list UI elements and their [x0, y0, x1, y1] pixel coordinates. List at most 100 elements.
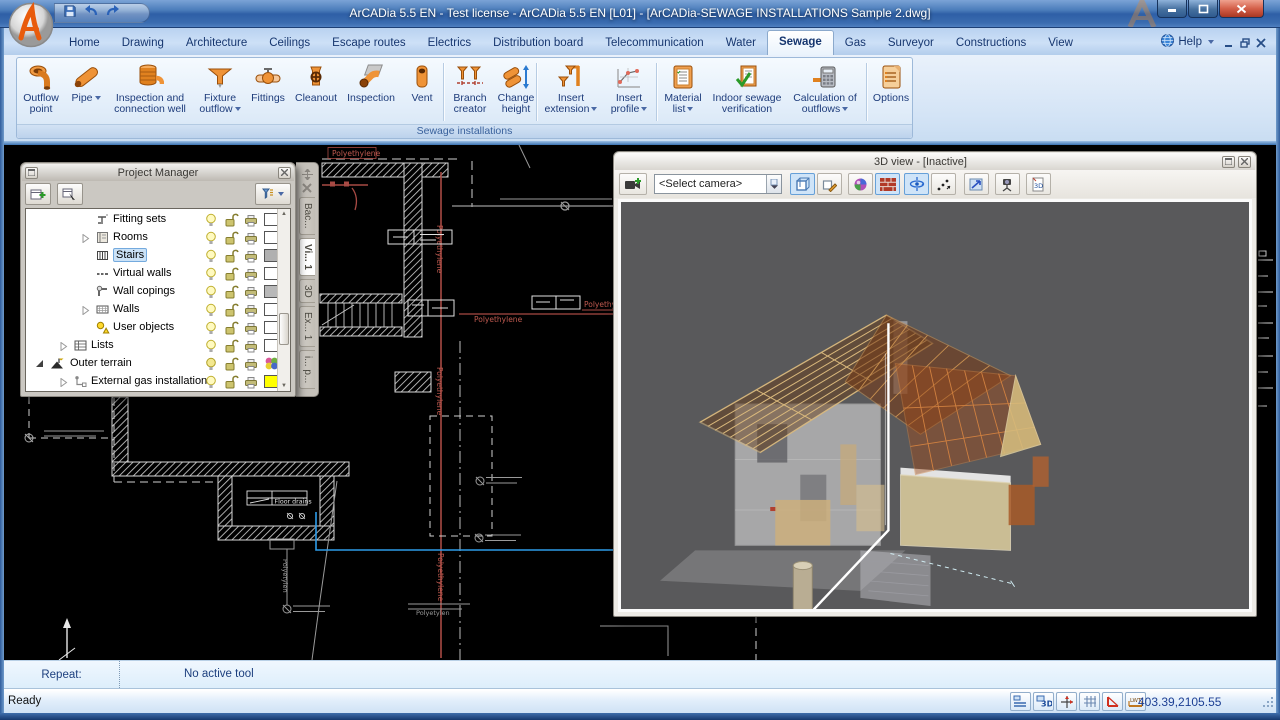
- tree-row[interactable]: Virtual walls: [26, 265, 276, 283]
- options-button[interactable]: Options: [868, 61, 914, 125]
- select-element-button[interactable]: [57, 183, 83, 205]
- visibility-bulb-icon[interactable]: [204, 267, 218, 284]
- visibility-bulb-icon[interactable]: [204, 213, 218, 230]
- expander-collapsed-icon[interactable]: [60, 378, 68, 390]
- lock-open-icon[interactable]: [224, 339, 239, 356]
- view-tab-ip[interactable]: i... p...: [299, 350, 315, 389]
- material-list-button[interactable]: Material list: [658, 61, 708, 125]
- tree-row-label[interactable]: External gas installation: [91, 375, 207, 387]
- tab-distribution-board[interactable]: Distribution board: [482, 32, 594, 55]
- 3d-mode-button[interactable]: 3D: [1033, 692, 1054, 711]
- lock-open-icon[interactable]: [224, 357, 239, 374]
- vent-button[interactable]: Vent: [401, 61, 443, 125]
- doc-minimize-icon[interactable]: [1224, 35, 1234, 53]
- dock-pin-icon[interactable]: [302, 169, 313, 180]
- tab-surveyor[interactable]: Surveyor: [877, 32, 945, 55]
- visibility-bulb-icon[interactable]: [204, 357, 218, 374]
- view-tab-3d[interactable]: 3D: [299, 279, 315, 304]
- printer-icon[interactable]: [244, 213, 258, 230]
- tree-row-label[interactable]: Stairs: [113, 248, 147, 262]
- view-tab-ex1[interactable]: Ex... 1: [299, 306, 315, 346]
- strip-close-icon[interactable]: [302, 183, 313, 194]
- outflow-point-button[interactable]: Outflow point: [18, 61, 64, 125]
- tree-row-label[interactable]: Lists: [91, 339, 114, 351]
- cleanout-button[interactable]: Cleanout: [290, 61, 342, 125]
- tab-constructions[interactable]: Constructions: [945, 32, 1037, 55]
- lock-open-icon[interactable]: [224, 375, 239, 392]
- grid-toggle-button[interactable]: [1079, 692, 1100, 711]
- printer-icon[interactable]: [244, 231, 258, 248]
- 3d-view-titlebar[interactable]: 3D view - [Inactive]: [615, 153, 1255, 170]
- materials-button[interactable]: [875, 173, 900, 195]
- lock-open-icon[interactable]: [224, 321, 239, 338]
- minimize-button[interactable]: [1157, 0, 1187, 18]
- expander-collapsed-icon[interactable]: [82, 306, 90, 318]
- panel-collapse-icon[interactable]: [25, 167, 38, 179]
- add-element-button[interactable]: [25, 183, 51, 205]
- project-manager-titlebar[interactable]: Project Manager: [22, 164, 294, 181]
- filter-dropdown[interactable]: [255, 183, 291, 205]
- indoor-sewage-verification-button[interactable]: Indoor sewage verification: [705, 61, 789, 125]
- save-3d-button[interactable]: 3D: [1026, 173, 1051, 195]
- selected-pipe-line[interactable]: [316, 512, 614, 550]
- lock-open-icon[interactable]: [224, 267, 239, 284]
- tab-escape-routes[interactable]: Escape routes: [321, 32, 417, 55]
- view-tab-view1[interactable]: Vi... 1: [299, 238, 315, 276]
- ortho-toggle-button[interactable]: [1102, 692, 1123, 711]
- scroll-up-icon[interactable]: ▲: [278, 209, 290, 217]
- 3d-viewport[interactable]: [618, 199, 1252, 612]
- application-menu-button[interactable]: [8, 2, 54, 48]
- tree-row[interactable]: Fitting sets: [26, 211, 276, 229]
- visibility-bulb-icon[interactable]: [204, 339, 218, 356]
- tree-row-label[interactable]: Fitting sets: [113, 213, 166, 225]
- fit-view-button[interactable]: [964, 173, 989, 195]
- edit-view-button[interactable]: [817, 173, 842, 195]
- add-camera-button[interactable]: [619, 173, 647, 195]
- tree-row-label[interactable]: Rooms: [113, 231, 148, 243]
- insert-extension-button[interactable]: Insert extension: [540, 61, 602, 125]
- tab-view[interactable]: View: [1037, 32, 1084, 55]
- tree-row[interactable]: User objects: [26, 319, 276, 337]
- tab-sewage[interactable]: Sewage: [767, 30, 834, 55]
- printer-icon[interactable]: [244, 249, 258, 266]
- scrollbar-thumb[interactable]: [279, 313, 289, 345]
- tab-telecommunication[interactable]: Telecommunication: [594, 32, 714, 55]
- scroll-down-icon[interactable]: ▼: [278, 383, 290, 389]
- tab-drawing[interactable]: Drawing: [111, 32, 175, 55]
- insert-profile-button[interactable]: Insert profile: [603, 61, 655, 125]
- inspection-connection-well-button[interactable]: Inspection and connection well: [107, 61, 193, 125]
- visibility-bulb-icon[interactable]: [204, 231, 218, 248]
- tab-architecture[interactable]: Architecture: [175, 32, 258, 55]
- tree-row-selected[interactable]: Stairs: [26, 247, 276, 265]
- tree-row[interactable]: Wall copings: [26, 283, 276, 301]
- panel-close-icon[interactable]: [278, 167, 291, 179]
- pipe-button[interactable]: Pipe: [66, 61, 106, 125]
- doc-restore-icon[interactable]: [1240, 35, 1250, 53]
- view-tab-background[interactable]: Bac...: [299, 197, 315, 235]
- printer-icon[interactable]: [244, 357, 258, 374]
- lock-open-icon[interactable]: [224, 303, 239, 320]
- tab-water[interactable]: Water: [715, 32, 767, 55]
- lock-open-icon[interactable]: [224, 285, 239, 302]
- resize-grip[interactable]: [1262, 696, 1274, 711]
- tree-row[interactable]: Walls: [26, 301, 276, 319]
- layers-toggle-button[interactable]: [1010, 692, 1031, 711]
- branch-creator-button[interactable]: Branch creator: [447, 61, 493, 125]
- 3d-close-icon[interactable]: [1238, 156, 1251, 168]
- printer-icon[interactable]: [244, 267, 258, 284]
- tree-row-label[interactable]: Virtual walls: [113, 267, 172, 279]
- view-properties-button[interactable]: [790, 173, 815, 195]
- printer-icon[interactable]: [244, 375, 258, 392]
- tree-row[interactable]: Lists: [26, 337, 276, 355]
- expander-expanded-icon[interactable]: [36, 359, 44, 371]
- tab-home[interactable]: Home: [58, 32, 111, 55]
- tree-scrollbar[interactable]: ▲ ▼: [277, 209, 290, 391]
- visibility-bulb-icon[interactable]: [204, 321, 218, 338]
- camera-preview-button[interactable]: [995, 173, 1020, 195]
- tree-row-label[interactable]: Walls: [113, 303, 139, 315]
- visibility-bulb-icon[interactable]: [204, 285, 218, 302]
- printer-icon[interactable]: [244, 339, 258, 356]
- tree-row[interactable]: Outer terrain: [26, 355, 276, 373]
- visibility-bulb-icon[interactable]: [204, 249, 218, 266]
- repeat-label[interactable]: Repeat:: [4, 661, 120, 688]
